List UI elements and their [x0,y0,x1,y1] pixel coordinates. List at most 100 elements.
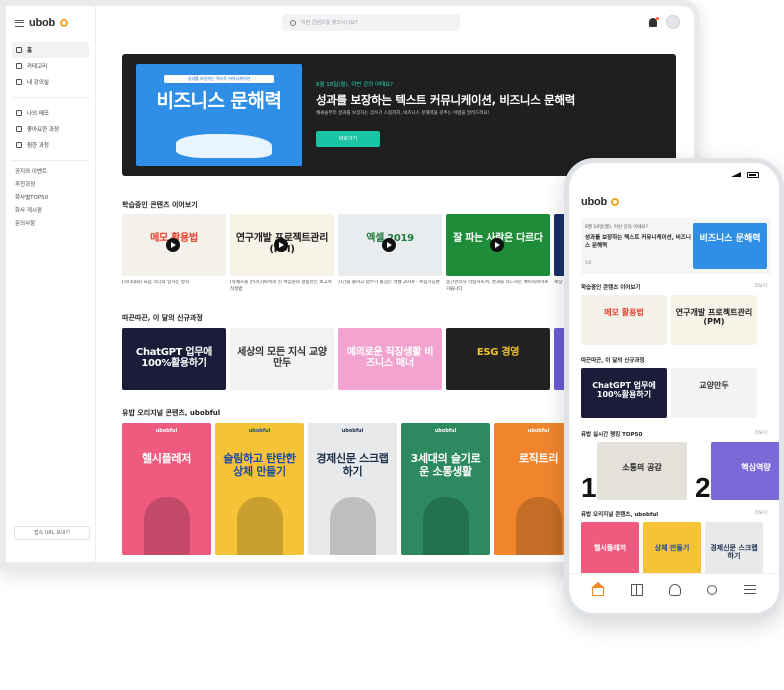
phone-brand: ubob [581,196,620,208]
course-thumbnail[interactable]: 연구개발 프로젝트관리(PM) [230,214,334,276]
menu-icon[interactable] [743,585,756,594]
phone-course-thumbnail[interactable]: ChatGPT 업무에 100%활용하기 [581,368,667,418]
play-icon[interactable] [382,238,396,252]
phone-section-new: 따끈따끈, 이 달의 신규과정 [581,356,767,366]
sidebar-divider [12,97,89,98]
sidebar-item[interactable]: 찜한 과정 [12,137,89,153]
sidebar-link[interactable]: 공지와 이벤트 [6,166,95,179]
original-content-card[interactable]: ubobful 3세대의 슬기로운 소통생활 [401,423,490,555]
phone-section-title: 유밥 실시간 랭킹 TOP50 [581,432,643,438]
course-caption[interactable]: [리더대화] 요즘 리더의 일하는 방식 [122,280,226,293]
course-thumbnail[interactable]: 예의로운 직장생활 비즈니스 매너 [338,328,442,390]
thumbnail-title: 예의로운 직장생활 비즈니스 매너 [346,346,434,369]
rank-thumbnail[interactable]: 핵심역량 [711,442,779,500]
phone-rank-row: 소통의 공감 1 핵심역량 2 [581,442,779,500]
phone-banner-pager: 1/4 [585,260,592,265]
signal-icon [731,172,741,177]
phone-screen: ubob 8월 18일(월), 이런 강의 어때요? 성과를 보장하는 텍스트 … [569,163,779,613]
sidebar-item[interactable]: 내 강의실 [12,74,89,90]
course-caption[interactable]: 시간을 줄이고 업무가 즐겁는 엑셀 2019 - 핵심기능편 [338,280,442,293]
phone-section-title: 학습중인 콘텐츠 이어보기 [581,285,641,291]
course-thumbnail[interactable]: ESG 경영 [446,328,550,390]
course-thumbnail[interactable]: 엑셀 2019 [338,214,442,276]
rank-number: 2 [695,472,711,500]
phone-course-thumbnail[interactable]: 교양만두 [671,368,757,418]
phone-banner-title: 성과를 보장하는 텍스트 커뮤니케이션, 비즈니스 문해력 [585,235,691,249]
course-caption[interactable]: 중간관리자 막탐하소서, 성과를 리드하는 매이칙보아로 거듭나다 [446,280,550,293]
phone-section-title: 유밥 오리지널 콘텐츠, ubobful [581,512,659,518]
ubobful-tag: ubobful [155,428,178,434]
more-link[interactable]: 더보기 [755,510,767,516]
original-content-card[interactable]: ubobful 경제신문 스크랩하기 [308,423,397,555]
sidebar-link[interactable]: 추천과정 [6,179,95,192]
rank-item[interactable]: 소통의 공감 1 [581,442,691,500]
sidebar-link[interactable]: 문의사항 [6,218,95,231]
search-input[interactable]: 어떤 콘텐츠를 찾으시나요? [301,19,357,26]
category-grid-icon[interactable] [630,583,643,596]
phone-banner-artwork: 비즈니스 문해력 [693,223,767,269]
sidebar-item[interactable]: 홈 [12,42,89,58]
ubobful-tag: ubobful [248,428,271,434]
hero-subtitle: 8월 18일(월), 이번 강의 어때요? [316,82,394,88]
phone-course-thumbnail[interactable]: 메모 활용법 [581,295,667,345]
logo-flame-icon [611,198,620,206]
home-icon[interactable] [591,581,606,596]
sidebar-link[interactable]: 화사 게시판 [6,205,95,218]
ubobful-tag: ubobful [341,428,364,434]
phone-section-rank: 유밥 실시간 랭킹 TOP50 더보기 [581,430,767,440]
hamburger-menu-icon[interactable] [15,19,24,27]
course-thumbnail[interactable]: 세상의 모든 지식 교양만두 [230,328,334,390]
bell-icon[interactable] [649,17,659,27]
card-title: 헬시플레저 [141,452,192,466]
phone-course-thumbnail[interactable]: 연구개발 프로젝트관리(PM) [671,295,757,345]
phone-section-original: 유밥 오리지널 콘텐츠, ubobful 더보기 [581,510,767,520]
more-link[interactable]: 더보기 [755,430,767,436]
sidebar-divider [12,160,89,161]
logo-flame-icon [60,19,69,27]
sidebar-item[interactable]: 카테고리 [12,58,89,74]
thumbnail-title: 소통의 공감 [622,463,662,472]
course-thumbnail[interactable]: ChatGPT 업무에 100%활용하기 [122,328,226,390]
sidebar-item-label: 홈 [27,48,33,54]
course-thumbnail[interactable]: 잘 파는 사람은 다르다 [446,214,550,276]
rank-thumbnail[interactable]: 소통의 공감 [597,442,687,500]
course-thumbnail[interactable]: 메모 활용법 [122,214,226,276]
sidebar-item[interactable]: 나의 메모 [12,105,89,121]
home-icon [16,47,22,53]
logo[interactable]: ubob [29,17,55,29]
hero-title: 성과를 보장하는 텍스트 커뮤니케이션, 비즈니스 문해력 [316,93,576,107]
note-icon [16,110,22,116]
sidebar-links: 공지와 이벤트 추천과정 화사별TOP50 화사 게시판 문의사항 [6,166,95,231]
phone-logo[interactable]: ubob [581,196,607,208]
sidebar-item[interactable]: 좋아요한 과정 [12,121,89,137]
more-link[interactable]: 더보기 [755,283,767,289]
play-icon[interactable] [490,238,504,252]
phone-banner[interactable]: 8월 18일(월), 이런 강의 어때요? 성과를 보장하는 텍스트 커뮤니케이… [581,218,771,274]
bookmark-icon [16,142,22,148]
send-url-button[interactable]: 접속 URL 보내기 [14,526,90,540]
card-title: 경제신문 스크랩하기 [316,452,389,479]
search-icon[interactable] [707,584,718,595]
rank-item[interactable]: 핵심역량 2 [695,442,779,500]
sidebar-link[interactable]: 화사별TOP50 [6,192,95,205]
person-illustration [516,497,562,555]
hero-go-button[interactable]: 바로가기 [316,131,380,147]
sidebar-personal-nav: 나의 메모 좋아요한 과정찜한 과정 [6,103,95,155]
hero-description: 채새솔부터 성과를 보장하는 글쓰기 스킬까지, 비즈니스 문해력을 갖추는 비… [316,111,490,116]
sidebar-item-label: 찜한 과정 [27,143,49,149]
thumbnail-title: ChatGPT 업무에 100%활용하기 [135,346,213,369]
person-illustration [423,497,469,555]
iceberg-illustration [176,134,272,158]
user-icon[interactable] [668,583,681,596]
original-content-card[interactable]: ubobful 슬림하고 탄탄한 상체 만들기 [215,423,304,555]
course-caption[interactable]: [유쾌즈를 만나다]보서의 신 핵심원의 정립한는 보고서 작성법 [230,280,334,293]
rank-number: 1 [581,472,597,500]
sidebar-item-label: 내 강의실 [27,80,49,86]
play-icon[interactable] [274,238,288,252]
search-bar[interactable]: 어떤 콘텐츠를 찾으시나요? [282,14,460,31]
play-icon[interactable] [166,238,180,252]
original-content-card[interactable]: ubobful 헬시플레저 [122,423,211,555]
avatar[interactable] [666,15,680,29]
thumbnail-title: ChatGPT 업무에 100%활용하기 [592,380,656,399]
section-title-new: 따끈따끈, 이 달의 신규과정 [122,314,203,322]
